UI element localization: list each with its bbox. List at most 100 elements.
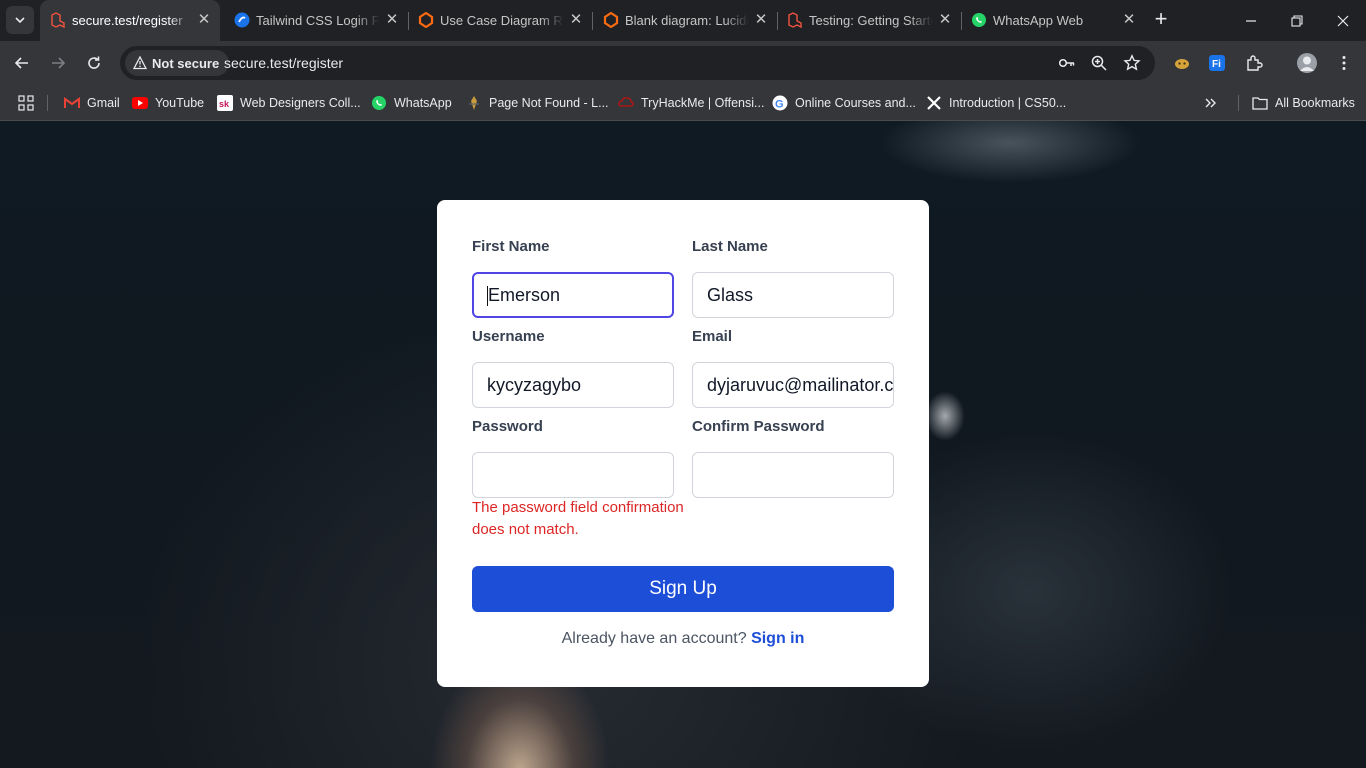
bookmark-label: Introduction | CS50... [949, 96, 1067, 110]
sign-in-prompt: Already have an account? Sign in [437, 630, 929, 648]
bookmark-cs50[interactable]: Introduction | CS50... [926, 91, 1066, 115]
password-label: Password [472, 418, 543, 435]
tab-strip: secure.test/register ✕ Tailwind CSS Logi… [0, 0, 1366, 41]
first-name-field: First Name Emerson [472, 237, 674, 319]
minimize-icon [1246, 19, 1256, 22]
whatsapp-icon [371, 95, 387, 111]
sign-in-link[interactable]: Sign in [751, 630, 804, 647]
youtube-icon [132, 95, 148, 111]
restore-button[interactable] [1274, 0, 1320, 41]
bookmarks-bar: Gmail YouTube sk Web Designers Coll... W… [0, 85, 1366, 121]
email-input[interactable]: dyjaruvuc@mailinator.com [692, 362, 894, 408]
bookmarks-overflow-button[interactable] [1204, 91, 1218, 115]
gmail-icon [64, 95, 80, 111]
new-tab-button[interactable]: + [1149, 8, 1173, 32]
laravel-icon [788, 12, 802, 28]
close-icon[interactable]: ✕ [568, 12, 584, 28]
laravel-icon [51, 12, 65, 28]
tab-title: Use Case Diagram Relationships [440, 13, 564, 28]
bookmark-whatsapp[interactable]: WhatsApp [371, 91, 452, 115]
warning-icon [133, 56, 147, 70]
tab-whatsapp[interactable]: WhatsApp Web ✕ [961, 0, 1145, 41]
url-text[interactable]: secure.test/register [224, 55, 343, 71]
browser-toolbar: Not secure secure.test/register Fi [0, 41, 1366, 85]
last-name-label: Last Name [692, 238, 768, 255]
svg-text:Fi: Fi [1212, 59, 1221, 70]
tab-use-case-diagram[interactable]: Use Case Diagram Relationships ✕ [408, 0, 593, 41]
close-icon[interactable]: ✕ [1121, 12, 1137, 28]
close-icon[interactable]: ✕ [384, 12, 400, 28]
bookmarks-divider [1238, 95, 1239, 111]
reload-button[interactable] [80, 49, 108, 77]
back-button[interactable] [8, 49, 36, 77]
close-icon[interactable]: ✕ [937, 12, 953, 28]
bookmark-page-not-found[interactable]: Page Not Found - L... [466, 91, 609, 115]
close-icon[interactable]: ✕ [753, 12, 769, 28]
bookmark-label: WhatsApp [394, 96, 452, 110]
zoom-icon[interactable] [1089, 53, 1109, 73]
forward-button[interactable] [44, 49, 72, 77]
bookmark-youtube[interactable]: YouTube [132, 91, 204, 115]
avatar[interactable] [1295, 51, 1319, 75]
tab-title: Blank diagram: Lucidchart [625, 13, 749, 28]
svg-text:sk: sk [219, 99, 230, 109]
extension-fi-icon[interactable]: Fi [1205, 51, 1229, 75]
bookmark-label: Web Designers Coll... [240, 96, 361, 110]
bookmark-gmail[interactable]: Gmail [64, 91, 120, 115]
password-field: Password [472, 417, 674, 499]
email-label: Email [692, 328, 733, 345]
extension-fox-icon[interactable] [1170, 51, 1194, 75]
lucid-icon [418, 12, 434, 28]
x-icon [926, 95, 942, 111]
bookmark-online-courses[interactable]: G Online Courses and... [772, 91, 916, 115]
page-viewport: First Name Emerson Last Name Glass Usern… [0, 121, 1366, 768]
tryhackme-icon [618, 95, 634, 111]
address-bar[interactable]: Not secure secure.test/register [120, 46, 1155, 80]
password-key-icon[interactable] [1057, 53, 1077, 73]
background-image [925, 391, 965, 441]
close-icon[interactable]: ✕ [196, 12, 212, 28]
whatsapp-icon [972, 13, 986, 27]
close-icon [1337, 15, 1349, 26]
svg-text:G: G [775, 99, 784, 111]
arrow-left-icon [14, 57, 28, 69]
password-input[interactable] [472, 452, 674, 498]
reload-icon [88, 56, 100, 69]
all-bookmarks-button[interactable]: All Bookmarks [1252, 91, 1355, 115]
close-window-button[interactable] [1320, 0, 1366, 41]
tab-title: Tailwind CSS Login Form [256, 13, 380, 28]
security-label: Not secure [152, 55, 220, 71]
all-bookmarks-label: All Bookmarks [1275, 96, 1355, 110]
tab-title: secure.test/register [72, 13, 183, 28]
bookmark-web-designers[interactable]: sk Web Designers Coll... [217, 91, 361, 115]
first-name-input[interactable]: Emerson [472, 272, 674, 318]
tab-secure-register[interactable]: secure.test/register ✕ [40, 0, 220, 41]
lucid-icon [603, 12, 619, 28]
puzzle-icon[interactable] [1242, 51, 1266, 75]
last-name-input[interactable]: Glass [692, 272, 894, 318]
username-field: Username kycyzagybo [472, 327, 674, 409]
tab-testing[interactable]: Testing: Getting Started ✕ [777, 0, 962, 41]
security-chip[interactable]: Not secure [125, 50, 230, 76]
username-input[interactable]: kycyzagybo [472, 362, 674, 408]
minimize-button[interactable] [1228, 0, 1274, 41]
tab-search-button[interactable] [6, 6, 34, 34]
tab-tailwind-login[interactable]: Tailwind CSS Login Form ✕ [224, 0, 409, 41]
bookmark-label: YouTube [155, 96, 205, 110]
bookmark-tryhackme[interactable]: TryHackMe | Offensi... [618, 91, 764, 115]
chevron-down-icon [15, 17, 25, 24]
tab-blank-diagram[interactable]: Blank diagram: Lucidchart ✕ [593, 0, 778, 41]
bookmark-star-icon[interactable] [1122, 53, 1142, 73]
confirm-password-field: Confirm Password [692, 417, 894, 499]
bookmark-label: Online Courses and... [795, 96, 916, 110]
apps-button[interactable] [18, 91, 34, 115]
email-field: Email dyjaruvuc@mailinator.com [692, 327, 894, 409]
register-form: First Name Emerson Last Name Glass Usern… [437, 200, 929, 687]
confirm-password-label: Confirm Password [692, 418, 825, 435]
more-menu-icon[interactable] [1332, 51, 1356, 75]
tab-title: Testing: Getting Started [809, 13, 933, 28]
arrow-right-icon [52, 57, 66, 69]
sk-icon: sk [217, 95, 233, 111]
sign-up-button[interactable]: Sign Up [472, 566, 894, 612]
confirm-password-input[interactable] [692, 452, 894, 498]
